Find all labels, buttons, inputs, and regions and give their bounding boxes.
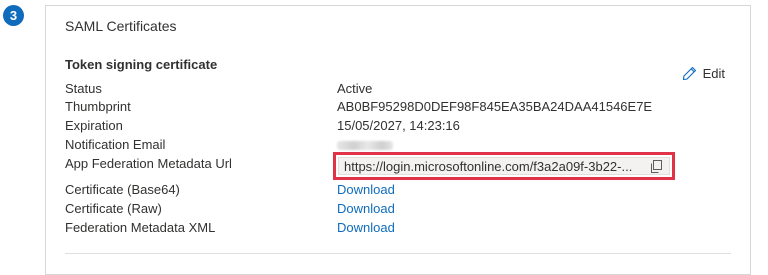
federation-xml-download-link[interactable]: Download	[337, 219, 395, 237]
thumbprint-label: Thumbprint	[65, 99, 131, 114]
redacted-email	[337, 141, 393, 150]
step-number-badge: 3	[3, 5, 24, 26]
saml-certificates-panel: SAML Certificates Edit Token signing cer…	[45, 5, 751, 275]
cert-raw-download-link[interactable]: Download	[337, 200, 395, 218]
metadata-url-label: App Federation Metadata Url	[65, 156, 232, 171]
expiration-label: Expiration	[65, 118, 123, 133]
edit-label: Edit	[702, 66, 725, 81]
status-value: Active	[337, 81, 373, 96]
thumbprint-value: AB0BF95298D0DEF98F845EA35BA24DAA41546E7E	[337, 99, 653, 114]
cert-raw-label: Certificate (Raw)	[65, 201, 162, 216]
edit-button[interactable]: Edit	[682, 66, 725, 81]
section-heading: Token signing certificate	[65, 57, 218, 72]
metadata-url-field[interactable]: https://login.microsoftonline.com/f3a2a0…	[338, 157, 670, 175]
federation-xml-label: Federation Metadata XML	[65, 220, 216, 235]
status-label: Status	[65, 81, 102, 96]
copy-icon[interactable]	[647, 159, 665, 173]
expiration-value: 15/05/2027, 14:23:16	[337, 118, 460, 133]
panel-title: SAML Certificates	[65, 18, 177, 34]
cert-base64-label: Certificate (Base64)	[65, 182, 180, 197]
pencil-icon	[682, 66, 697, 81]
divider	[65, 253, 731, 254]
notification-email-label: Notification Email	[65, 137, 166, 152]
metadata-url-value[interactable]: https://login.microsoftonline.com/f3a2a0…	[344, 159, 647, 174]
cert-base64-download-link[interactable]: Download	[337, 181, 395, 199]
metadata-url-highlight: https://login.microsoftonline.com/f3a2a0…	[333, 152, 675, 180]
